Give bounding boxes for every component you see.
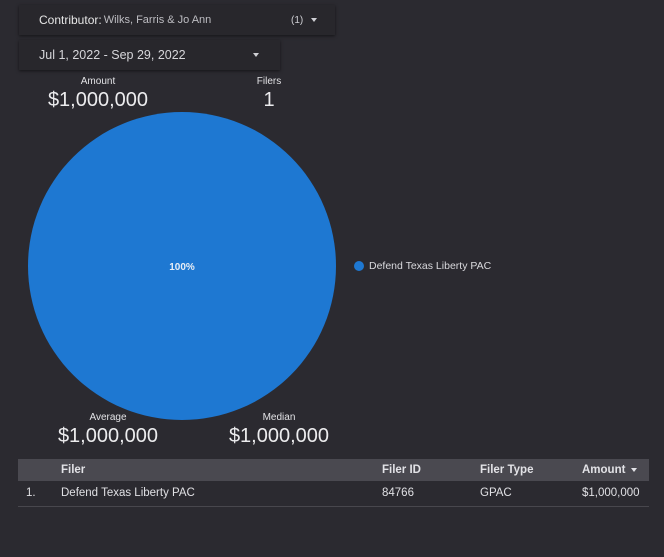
table-row[interactable]: 1. Defend Texas Liberty PAC 84766 GPAC $… [18, 481, 649, 507]
chart-legend[interactable]: Defend Texas Liberty PAC [354, 260, 491, 272]
column-header-amount-label: Amount [582, 464, 626, 476]
kpi-average: Average $1,000,000 [48, 412, 168, 448]
kpi-median-title: Median [262, 412, 296, 423]
table-header: Filer Filer ID Filer Type Amount [18, 459, 649, 481]
filers-table: Filer Filer ID Filer Type Amount 1. Defe… [18, 459, 649, 507]
pie-slice-label: 100% [169, 262, 195, 273]
kpi-median: Median $1,000,000 [219, 412, 339, 448]
cell-filer: Defend Texas Liberty PAC [61, 487, 195, 499]
column-header-filer-id[interactable]: Filer ID [382, 459, 421, 481]
kpi-average-value: $1,000,000 [57, 425, 159, 447]
cell-filer-type: GPAC [480, 487, 512, 499]
kpi-average-title: Average [89, 412, 127, 423]
cell-filer-id: 84766 [382, 487, 414, 499]
column-header-filer[interactable]: Filer [61, 459, 85, 481]
column-header-amount[interactable]: Amount [582, 459, 638, 481]
column-header-filer-type[interactable]: Filer Type [480, 459, 533, 481]
legend-label: Defend Texas Liberty PAC [369, 260, 492, 272]
legend-swatch [354, 261, 364, 271]
cell-amount: $1,000,000 [582, 487, 640, 499]
kpi-median-value: $1,000,000 [228, 425, 330, 447]
sort-desc-icon [631, 467, 638, 472]
row-index: 1. [26, 487, 36, 499]
